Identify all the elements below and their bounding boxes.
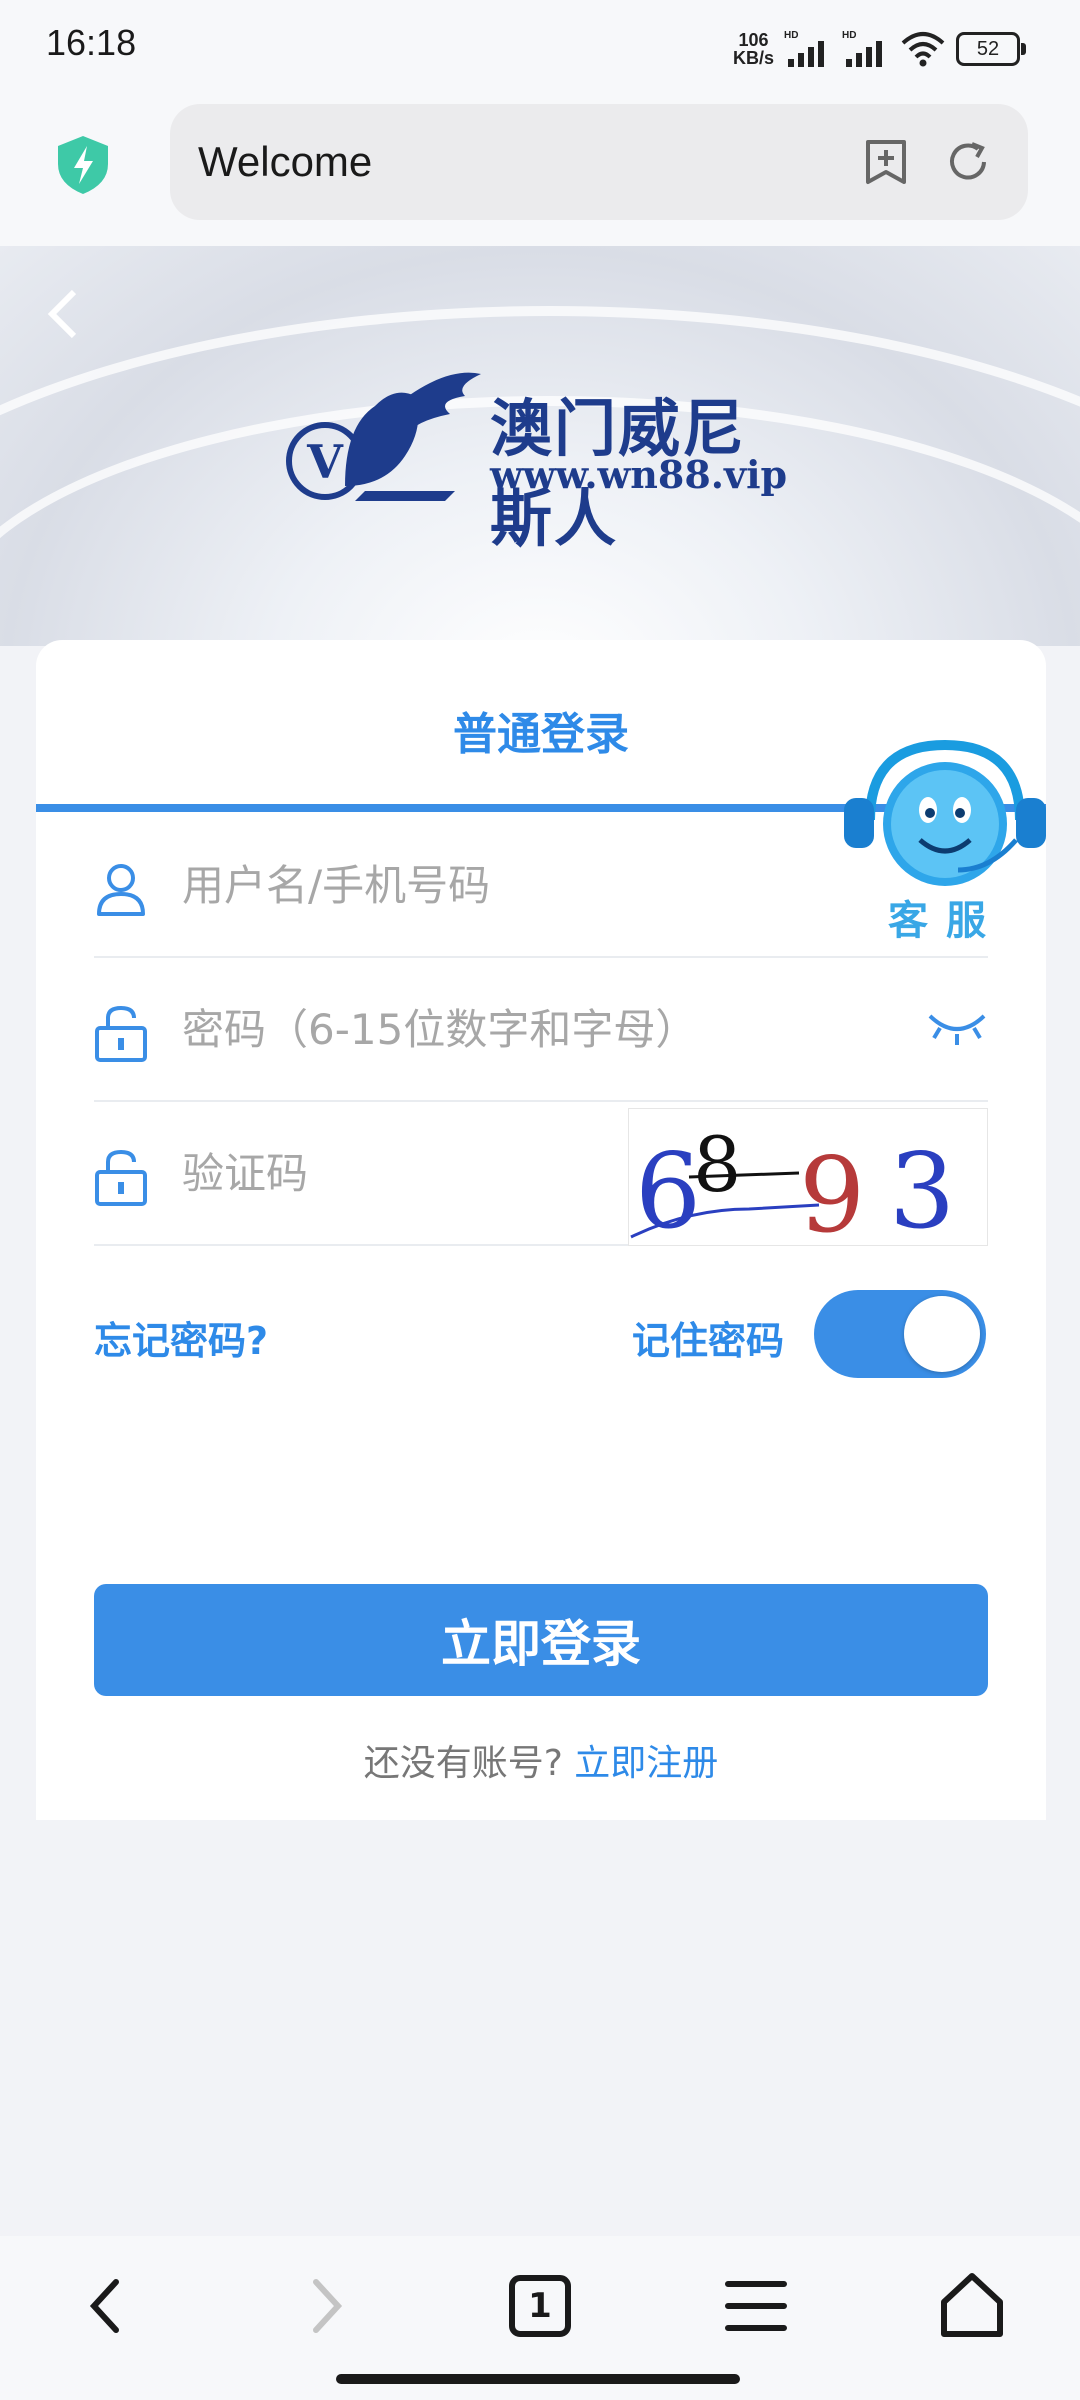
security-shield-icon[interactable] (54, 134, 112, 196)
add-bookmark-icon[interactable] (860, 136, 912, 188)
lock-icon (95, 1149, 147, 1206)
captcha-input[interactable] (180, 1142, 604, 1204)
password-input[interactable] (180, 998, 864, 1060)
captcha-digit: 9 (799, 1134, 865, 1245)
user-icon (97, 864, 145, 916)
signal-label: HD (784, 30, 798, 41)
captcha-digit: 3 (889, 1130, 955, 1245)
menu-icon[interactable] (718, 2268, 794, 2344)
status-bar: 16:18 106 KB/s HD HD 52 (0, 0, 1080, 96)
username-input[interactable] (180, 854, 744, 916)
status-icons: 106 KB/s HD HD 52 (732, 24, 1026, 74)
logo: V 澳门威尼斯人 www.wn88.vip (285, 366, 795, 555)
customer-service-label: 客服 (888, 898, 1004, 944)
signal-icon: HD (842, 30, 882, 67)
battery-level: 52 (976, 37, 1000, 60)
captcha-image[interactable]: 6 8 9 3 (628, 1108, 988, 1256)
captcha-field: 6 8 9 3 (94, 1102, 988, 1256)
login-button[interactable]: 立即登录 (94, 1584, 988, 1696)
no-account-text: 还没有账号? (363, 1743, 563, 1784)
svg-text:V: V (306, 435, 344, 489)
headset-smiley-icon (844, 740, 1046, 886)
net-speed: 106 KB/s (732, 30, 774, 68)
register-prompt: 还没有账号? 立即注册 (36, 1734, 1046, 1786)
reload-icon[interactable] (942, 136, 994, 188)
winged-lion-icon: V (286, 372, 481, 501)
logo-url: www.wn88.vip (490, 452, 788, 497)
browser-bottom-nav: 1 (0, 2236, 1080, 2400)
lock-icon (95, 1005, 147, 1062)
password-field (94, 958, 988, 1102)
status-time: 16:18 (46, 22, 137, 63)
hero-banner: V 澳门威尼斯人 www.wn88.vip (0, 246, 1080, 646)
back-icon[interactable] (70, 2268, 146, 2344)
captcha-digit: 8 (693, 1120, 741, 1209)
home-indicator[interactable] (336, 2374, 740, 2384)
captcha-digit: 6 (635, 1130, 701, 1245)
home-icon[interactable] (934, 2268, 1010, 2344)
signal-label: HD (842, 30, 856, 41)
tab-count: 1 (528, 2286, 552, 2326)
address-text[interactable]: Welcome (198, 138, 372, 186)
toggle-knob (904, 1296, 980, 1372)
forgot-password-link[interactable]: 忘记密码? (94, 1310, 268, 1365)
battery-icon: 52 (956, 32, 1026, 66)
address-bar[interactable]: Welcome (170, 104, 1028, 220)
signal-icon: HD (784, 30, 824, 67)
eye-closed-icon[interactable] (926, 1008, 988, 1048)
wifi-icon (901, 32, 945, 67)
tabs-button[interactable]: 1 (502, 2268, 578, 2344)
browser-toolbar: Welcome (0, 96, 1080, 246)
remember-password-label[interactable]: 记住密码 (632, 1310, 784, 1365)
forward-icon[interactable] (286, 2268, 362, 2344)
register-link[interactable]: 立即注册 (574, 1743, 718, 1784)
back-arrow-icon[interactable] (44, 286, 80, 342)
remember-password-toggle[interactable] (814, 1290, 986, 1378)
customer-service-button[interactable]: 客服 (840, 740, 1050, 944)
